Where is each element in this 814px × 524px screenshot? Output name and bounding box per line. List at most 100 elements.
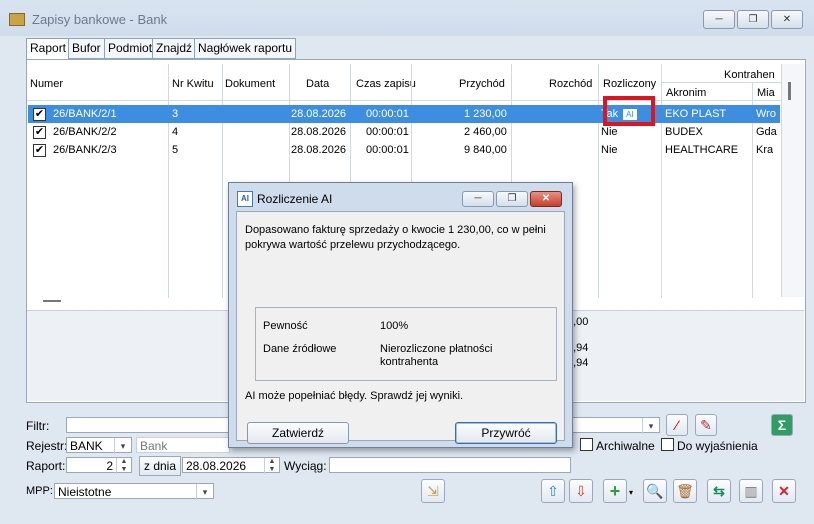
delete-bin-icon[interactable]: 🗑 [673, 479, 697, 503]
reconcile-icon[interactable]: ⇆ [707, 479, 731, 503]
rejestr-name: Bank [136, 437, 230, 453]
close-window-icon[interactable]: ✕ [772, 479, 796, 503]
cell-numer: 26/BANK/2/1 [53, 108, 117, 120]
pewnosc-label: Pewność [263, 320, 308, 332]
col-akronim[interactable]: Akronim [666, 87, 706, 99]
cell-numer: 26/BANK/2/3 [53, 144, 117, 156]
scrollbar-thumb[interactable] [788, 82, 791, 100]
sum-icon[interactable]: Σ [771, 414, 793, 436]
cell-czas: 00:00:01 [366, 126, 409, 138]
archiwalne-checkbox[interactable] [580, 438, 593, 451]
col-kontrahent[interactable]: Kontrahen [724, 69, 775, 81]
clear-filter-icon[interactable]: ⁄ [666, 414, 688, 436]
cell-numer: 26/BANK/2/2 [53, 126, 117, 138]
restore-button[interactable]: ❐ [737, 10, 769, 29]
export-icon[interactable]: ⇲ [421, 479, 445, 503]
row-checkbox[interactable]: ✔ [33, 144, 46, 157]
table-row[interactable]: ✔ 26/BANK/2/1 3 28.08.2026 00:00:01 1 23… [28, 105, 780, 123]
dialog-message: Dopasowano fakturę sprzedaży o kwocie 1 … [245, 224, 546, 251]
details-group: Pewność 100% Dane źródłowe Nierozliczone… [255, 307, 557, 381]
ai-warning: AI może popełniać błędy. Sprawdź jej wyn… [245, 390, 464, 402]
cell-przychod: 1 230,00 [464, 108, 507, 120]
cell-nr-kwitu: 3 [172, 108, 179, 120]
cell-akronim: BUDEX [665, 126, 703, 138]
header-divider [661, 82, 781, 83]
header-divider [27, 100, 781, 101]
rejestr-dropdown-icon[interactable]: ▾ [114, 438, 131, 454]
date-spin-icon[interactable]: ▲ ▼ [264, 458, 279, 474]
do-wyjasnienia-checkbox[interactable] [661, 438, 674, 451]
dialog-minimize-button[interactable]: ─ [462, 191, 494, 207]
wyciag-input[interactable] [329, 457, 571, 473]
col-miasto[interactable]: Mia [757, 87, 775, 99]
download-icon[interactable]: ⇩ [569, 479, 593, 503]
rejestr-label: Rejestr: [26, 439, 68, 453]
row-checkbox[interactable]: ✔ [33, 126, 46, 139]
vertical-scrollbar[interactable] [781, 64, 804, 297]
col-rozchod[interactable]: Rozchód [549, 78, 592, 90]
mpp-label: MPP: [26, 485, 53, 497]
col-rozliczony[interactable]: Rozliczony [603, 78, 656, 90]
cell-data: 28.08.2026 [291, 108, 347, 120]
raport-spin-icon[interactable]: ▲ ▼ [116, 458, 131, 474]
search-icon[interactable]: 🔍 [643, 479, 667, 503]
col-czas-zapisu[interactable]: Czas zapisu [356, 78, 416, 90]
mpp-select[interactable]: Nieistotne [54, 483, 214, 499]
cell-czas: 00:00:01 [366, 108, 409, 120]
cell-miasto: Gda [756, 126, 777, 138]
cell-data: 28.08.2026 [291, 144, 347, 156]
do-wyjasnienia-label: Do wyjaśnienia [677, 439, 758, 453]
filtr-dropdown-icon[interactable]: ▾ [642, 418, 659, 434]
cell-data: 28.08.2026 [291, 126, 347, 138]
tab-bufor[interactable]: Bufor [68, 38, 108, 59]
cell-przychod: 9 840,00 [464, 144, 507, 156]
cell-rozliczony: Nie [601, 144, 618, 156]
dialog-title: Rozliczenie AI [257, 192, 333, 206]
cell-miasto: Kra [756, 144, 774, 156]
raport-label: Raport: [26, 459, 66, 473]
window-title: Zapisy bankowe - Bank [32, 12, 168, 27]
close-button[interactable]: ✕ [771, 10, 803, 29]
cell-nr-kwitu: 5 [172, 144, 179, 156]
horizontal-scroll-thumb[interactable] [43, 300, 61, 302]
revert-button[interactable]: Przywróć [455, 422, 557, 444]
dialog-close-button[interactable]: ✕ [530, 191, 562, 207]
filtr-label: Filtr: [26, 419, 50, 433]
filter-builder-icon[interactable]: ✎ [695, 414, 717, 436]
col-przychod[interactable]: Przychód [459, 78, 505, 90]
pewnosc-value: 100% [380, 320, 409, 332]
dialog-restore-button[interactable]: ❐ [496, 191, 528, 207]
z-dnia-button[interactable]: z dnia [139, 456, 181, 476]
cell-akronim: EKO PLAST [665, 108, 727, 120]
col-data[interactable]: Data [306, 78, 329, 90]
minimize-button[interactable]: ─ [703, 10, 735, 29]
ai-settlement-dialog: AI Rozliczenie AI ─ ❐ ✕ Dopasowano faktu… [228, 182, 573, 448]
cell-nr-kwitu: 4 [172, 126, 179, 138]
confirm-button[interactable]: Zatwierdź [247, 422, 349, 444]
tab-podmiot[interactable]: Podmiot [104, 38, 156, 59]
add-menu-chevron-icon[interactable]: ▾ [629, 488, 633, 497]
highlight-box [603, 96, 655, 126]
import-icon[interactable]: ⇧ [541, 479, 565, 503]
table-row[interactable]: ✔ 26/BANK/2/2 4 28.08.2026 00:00:01 2 46… [28, 123, 780, 141]
row-checkbox[interactable]: ✔ [33, 108, 46, 121]
tab-raport[interactable]: Raport [26, 38, 72, 60]
columns-icon[interactable]: ▥ [739, 479, 763, 503]
col-nr-kwitu[interactable]: Nr Kwitu [172, 78, 214, 90]
zrodla-label: Dane źródłowe [263, 343, 337, 355]
table-row[interactable]: ✔ 26/BANK/2/3 5 28.08.2026 00:00:01 9 84… [28, 141, 780, 159]
bank-app-icon [9, 13, 25, 26]
col-dokument[interactable]: Dokument [225, 78, 275, 90]
cell-czas: 00:00:01 [366, 144, 409, 156]
tab-naglowek-raportu[interactable]: Nagłówek raportu [194, 38, 296, 59]
cell-przychod: 2 460,00 [464, 126, 507, 138]
mpp-dropdown-icon[interactable]: ▾ [196, 484, 213, 500]
tab-znajdz[interactable]: Znajdź [152, 38, 198, 59]
add-icon[interactable]: + [603, 479, 627, 503]
wyciag-label: Wyciąg: [284, 459, 327, 473]
zrodla-value: Nierozliczone płatności kontrahenta [380, 343, 493, 368]
cell-akronim: HEALTHCARE [665, 144, 739, 156]
cell-miasto: Wro [756, 108, 776, 120]
dialog-body: Dopasowano fakturę sprzedaży o kwocie 1 … [236, 211, 565, 444]
col-numer[interactable]: Numer [30, 78, 63, 90]
